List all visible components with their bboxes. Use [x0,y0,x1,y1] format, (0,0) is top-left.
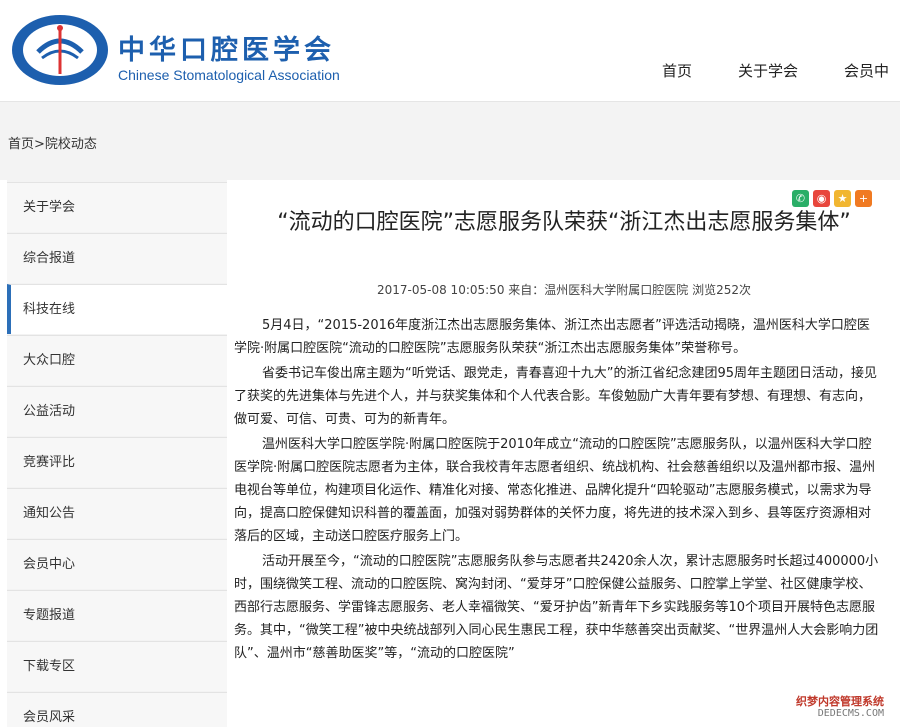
qzone-icon[interactable]: ★ [834,190,851,207]
nav-item-home[interactable]: 首页 [662,60,692,81]
sidebar-item-charity[interactable]: 公益活动 [7,386,227,436]
main-nav: 首页 关于学会 会员中 [662,60,900,81]
plus-icon[interactable]: + [855,190,872,207]
sidebar-item-tech[interactable]: 科技在线 [7,284,227,334]
watermark-cn: 织梦内容管理系统 [796,695,884,708]
breadcrumb-current[interactable]: 院校动态 [45,137,97,152]
sidebar-item-about[interactable]: 关于学会 [7,182,227,232]
wechat-icon[interactable]: ✆ [792,190,809,207]
sidebar-item-downloads[interactable]: 下载专区 [7,641,227,691]
sidebar-item-notices[interactable]: 通知公告 [7,488,227,538]
sidebar-item-public-oral[interactable]: 大众口腔 [7,335,227,385]
sidebar-item-news[interactable]: 综合报道 [7,233,227,283]
article-paragraph: 5月4日，“2015-2016年度浙江杰出志愿服务集体、浙江杰出志愿者”评选活动… [234,318,870,356]
sidebar-item-member-center[interactable]: 会员中心 [7,539,227,589]
watermark-en: DEDECMS.COM [817,708,884,719]
article-paragraph: 省委书记车俊出席主题为“听党话、跟党走，青春喜迎十九大”的浙江省纪念建团95周年… [234,366,878,427]
sidebar: 关于学会 综合报道 科技在线 大众口腔 公益活动 竞赛评比 通知公告 会员中心 … [7,180,227,727]
sidebar-item-member-showcase[interactable]: 会员风采 [7,692,227,727]
article-meta: 2017-05-08 10:05:50 来自：温州医科大学附属口腔医院 浏览25… [377,283,751,297]
article-paragraph: 活动开展至今，“流动的口腔医院”志愿服务队参与志愿者共2420余人次，累计志愿服… [234,554,879,661]
breadcrumb-separator: > [34,137,45,152]
brand-name-en: Chinese Stomatological Association [118,67,340,83]
share-bar: ✆ ◉ ★ + [792,190,872,207]
breadcrumb-band [0,102,900,180]
brand-name-cn: 中华口腔医学会 [118,35,335,66]
weibo-icon[interactable]: ◉ [813,190,830,207]
association-logo[interactable] [8,12,112,88]
article-title: “流动的口腔医院”志愿服务队荣获“浙江杰出志愿服务集体” [277,210,851,235]
sidebar-item-competitions[interactable]: 竞赛评比 [7,437,227,487]
nav-item-about[interactable]: 关于学会 [738,60,798,81]
breadcrumb: 首页>院校动态 [8,133,97,152]
article-body: 5月4日，“2015-2016年度浙江杰出志愿服务集体、浙江杰出志愿者”评选活动… [234,314,882,667]
breadcrumb-home[interactable]: 首页 [8,137,34,152]
article-panel: ✆ ◉ ★ + “流动的口腔医院”志愿服务队荣获“浙江杰出志愿服务集体” 201… [228,180,900,727]
site-header: 中华口腔医学会 Chinese Stomatological Associati… [0,0,900,102]
nav-item-members[interactable]: 会员中 [844,60,889,81]
article-paragraph: 温州医科大学口腔医学院·附属口腔医院于2010年成立“流动的口腔医院”志愿服务队… [234,437,876,544]
sidebar-item-special-reports[interactable]: 专题报道 [7,590,227,640]
watermark: 织梦内容管理系统 DEDECMS.COM [792,693,894,723]
